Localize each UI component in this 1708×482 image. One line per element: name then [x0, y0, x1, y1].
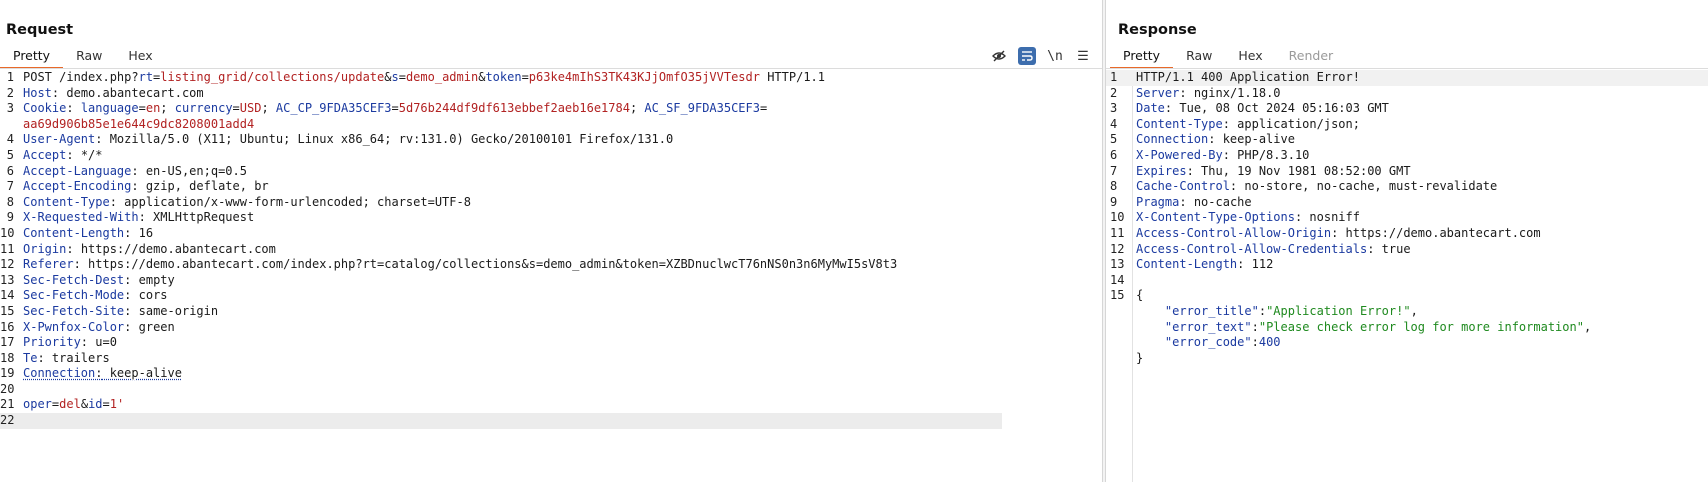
- request-tab-divider: [0, 68, 1102, 69]
- response-line-4: 4 Content-Type: application/json;: [1110, 116, 1360, 131]
- request-tab-raw[interactable]: Raw: [63, 46, 115, 68]
- response-tab-divider: [1106, 68, 1708, 69]
- request-line-8: 8 Content-Type: application/x-www-form-ur…: [6, 194, 471, 209]
- request-line-11: 11 Origin: https://demo.abantecart.com: [0, 241, 276, 256]
- response-line-2: 2 Server: nginx/1.18.0: [1110, 85, 1281, 100]
- request-line-19: 19 Connection: keep-alive: [0, 366, 182, 381]
- response-json-close: }: [1136, 350, 1144, 365]
- request-pane: Request Pretty Raw Hex \n ☰ 1 POST /index…: [0, 0, 1102, 482]
- response-tab-render[interactable]: Render: [1276, 46, 1347, 68]
- request-line-15: 15 Sec-Fetch-Site: same-origin: [0, 303, 219, 318]
- word-wrap-icon[interactable]: [1018, 47, 1036, 65]
- request-line-10: 10 Content-Length: 16: [0, 225, 154, 240]
- response-line-6: 6 X-Powered-By: PHP/8.3.10: [1110, 147, 1310, 162]
- response-line-9: 9 Pragma: no-cache: [1110, 194, 1252, 209]
- response-line-11: 11 Access-Control-Allow-Origin: https://d…: [1110, 225, 1541, 240]
- request-line-14: 14 Sec-Fetch-Mode: cors: [0, 288, 168, 303]
- response-json-error-text: "error_text":"Please check error log for…: [1164, 319, 1592, 334]
- response-json-error-title: "error_title":"Application Error!",: [1164, 303, 1418, 318]
- response-line-8: 8 Cache-Control: no-store, no-cache, must…: [1110, 179, 1498, 194]
- request-line-20: 20: [0, 381, 15, 396]
- response-line-12: 12 Access-Control-Allow-Credentials: true: [1110, 241, 1411, 256]
- request-line-22[interactable]: 22: [0, 413, 1002, 429]
- request-line-6: 6 Accept-Language: en-US,en;q=0.5: [6, 163, 247, 178]
- request-title: Request: [6, 22, 74, 38]
- request-editor[interactable]: 1 POST /index.php?rt=listing_grid/collect…: [0, 70, 1102, 482]
- response-line-5: 5 Connection: keep-alive: [1110, 132, 1295, 147]
- request-line-16: 16 X-Pwnfox-Color: green: [0, 319, 175, 334]
- request-line-9: 9 X-Requested-With: XMLHttpRequest: [6, 210, 255, 225]
- request-line-3-continued: aa69d906b85e1e644c9dc8208001add4: [23, 116, 255, 131]
- hide-nonprintable-icon[interactable]: [990, 47, 1008, 65]
- response-tab-hex[interactable]: Hex: [1225, 46, 1275, 68]
- response-json-error-code: "error_code":400: [1164, 335, 1281, 350]
- request-line-1: 1 POST /index.php?rt=listing_grid/collect…: [6, 70, 826, 84]
- response-line-10: 10 X-Content-Type-Options: nosniff: [1110, 210, 1360, 225]
- request-line-2: 2 Host: demo.abantecart.com: [6, 85, 204, 100]
- response-line-3: 3 Date: Tue, 08 Oct 2024 05:16:03 GMT: [1110, 101, 1389, 116]
- menu-icon[interactable]: ☰: [1074, 47, 1092, 65]
- response-tab-raw[interactable]: Raw: [1173, 46, 1225, 68]
- response-line-14: 14: [1110, 272, 1125, 287]
- request-line-13: 13 Sec-Fetch-Dest: empty: [0, 272, 175, 287]
- request-line-3: 3 Cookie: language=en; currency=USD; AC_C…: [6, 101, 768, 116]
- request-line-21: 21 oper=del&id=1': [0, 397, 125, 412]
- request-line-5: 5 Accept: */*: [6, 147, 103, 162]
- response-tabs: Pretty Raw Hex Render: [1110, 46, 1347, 69]
- request-line-12: 12 Referer: https://demo.abantecart.com/i…: [0, 257, 898, 272]
- response-title: Response: [1118, 22, 1197, 38]
- response-line-15: 15{: [1110, 288, 1144, 303]
- request-tabs: Pretty Raw Hex: [0, 46, 166, 69]
- response-pane: Response Pretty Raw Hex Render 1 HTTP/1.1…: [1106, 0, 1708, 482]
- request-line-18: 18 Te: trailers: [0, 350, 110, 365]
- request-tab-pretty[interactable]: Pretty: [0, 46, 64, 69]
- request-line-4: 4 User-Agent: Mozilla/5.0 (X11; Ubuntu; L…: [6, 132, 674, 147]
- response-editor[interactable]: 1 HTTP/1.1 400 Application Error! 2 Server…: [1106, 70, 1708, 482]
- response-tab-pretty[interactable]: Pretty: [1110, 46, 1174, 69]
- response-line-7: 7 Expires: Thu, 19 Nov 1981 08:52:00 GMT: [1110, 163, 1411, 178]
- request-tab-hex[interactable]: Hex: [115, 46, 165, 68]
- response-line-1: 1 HTTP/1.1 400 Application Error!: [1106, 70, 1708, 86]
- show-newlines-icon[interactable]: \n: [1046, 47, 1064, 65]
- request-line-17: 17 Priority: u=0: [0, 335, 117, 350]
- request-toolbar: \n ☰: [990, 47, 1092, 65]
- request-line-7: 7 Accept-Encoding: gzip, deflate, br: [6, 179, 269, 194]
- response-line-13: 13 Content-Length: 112: [1110, 257, 1274, 272]
